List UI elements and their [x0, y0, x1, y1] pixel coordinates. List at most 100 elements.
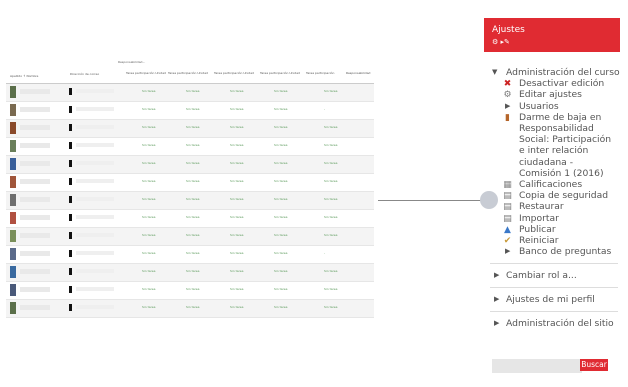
grade-cell[interactable]: Sin tarea [230, 107, 243, 111]
student-name-redacted[interactable] [20, 305, 50, 310]
grade-cell[interactable]: Sin tarea [142, 269, 155, 273]
user-avatar[interactable] [10, 104, 16, 116]
grade-cell[interactable]: Sin tarea [274, 161, 287, 165]
grade-cell[interactable]: Sin tarea [230, 197, 243, 201]
grade-cell[interactable]: Sin tarea [142, 233, 155, 237]
grade-cell[interactable]: Sin tarea [274, 215, 287, 219]
block-action-icons[interactable]: ⚙ ▸✎ [492, 38, 510, 46]
grade-cell[interactable]: Sin tarea [142, 107, 155, 111]
grade-cell[interactable]: Sin tarea [186, 197, 199, 201]
grade-cell[interactable]: Sin tarea [230, 89, 243, 93]
admin-item-6[interactable]: ▤ Restaurar [484, 201, 620, 212]
column-header-grade-3[interactable]: Tarea participación Unidad [214, 71, 254, 75]
search-button[interactable]: Buscar [580, 359, 608, 371]
student-name-redacted[interactable] [20, 215, 50, 220]
column-header-email[interactable]: Dirección de correo [70, 72, 99, 76]
grade-cell[interactable]: Sin tarea [230, 233, 243, 237]
student-name-redacted[interactable] [20, 251, 50, 256]
grade-cell[interactable]: Sin tarea [324, 197, 337, 201]
grade-cell[interactable]: Sin tarea [324, 233, 337, 237]
user-avatar[interactable] [10, 266, 16, 278]
grade-cell[interactable]: Sin tarea [324, 179, 337, 183]
grade-cell[interactable]: Sin tarea [230, 125, 243, 129]
admin-item-3[interactable]: ▮ Darme de baja en Responsabilidad Social… [484, 112, 620, 179]
student-name-redacted[interactable] [20, 197, 50, 202]
user-avatar[interactable] [10, 158, 16, 170]
grade-cell[interactable]: Sin tarea [324, 125, 337, 129]
grade-cell[interactable]: Sin tarea [324, 287, 337, 291]
grade-cell[interactable]: Sin tarea [324, 215, 337, 219]
admin-item-7[interactable]: ▤ Importar [484, 213, 620, 224]
grade-cell[interactable]: Sin tarea [274, 305, 287, 309]
grade-cell[interactable]: Sin tarea [230, 251, 243, 255]
grade-cell[interactable]: Sin tarea [142, 215, 155, 219]
grade-cell[interactable]: Sin tarea [142, 143, 155, 147]
user-avatar[interactable] [10, 302, 16, 314]
user-avatar[interactable] [10, 230, 16, 242]
tree-my-profile-settings[interactable]: ▶ Ajustes de mi perfil [484, 294, 620, 305]
column-header-grade-1[interactable]: Tarea participación Unidad [126, 71, 166, 75]
grade-cell[interactable]: Sin tarea [186, 107, 199, 111]
admin-item-8[interactable]: ▲ Publicar [484, 224, 620, 235]
grade-cell[interactable]: Sin tarea [324, 161, 337, 165]
grade-cell[interactable]: Sin tarea [142, 89, 155, 93]
grade-cell[interactable]: Sin tarea [186, 161, 199, 165]
admin-item-4[interactable]: ▦ Calificaciones [484, 179, 620, 190]
grade-cell[interactable]: Sin tarea [230, 143, 243, 147]
grade-cell[interactable]: Sin tarea [186, 179, 199, 183]
admin-item-1[interactable]: ⚙ Editar ajustes [484, 89, 620, 100]
grade-cell[interactable]: Sin tarea [186, 233, 199, 237]
settings-search-input[interactable] [492, 359, 582, 373]
student-name-redacted[interactable] [20, 89, 50, 94]
user-avatar[interactable] [10, 122, 16, 134]
grade-cell[interactable]: Sin tarea [274, 197, 287, 201]
grade-cell[interactable]: Sin tarea [186, 215, 199, 219]
grade-cell[interactable]: Sin tarea [274, 251, 287, 255]
grade-cell[interactable]: Sin tarea [274, 143, 287, 147]
grade-cell[interactable]: Sin tarea [274, 287, 287, 291]
student-name-redacted[interactable] [20, 125, 50, 130]
grade-cell[interactable]: - [324, 107, 325, 111]
admin-item-9[interactable]: ✔ Reiniciar [484, 235, 620, 246]
grade-cell[interactable]: Sin tarea [274, 233, 287, 237]
student-name-redacted[interactable] [20, 269, 50, 274]
user-avatar[interactable] [10, 140, 16, 152]
student-name-redacted[interactable] [20, 107, 50, 112]
tree-course-administration[interactable]: ▼ Administración del curso [484, 67, 620, 78]
column-header-grade-6[interactable]: Responsabilidad [346, 71, 370, 75]
column-header-grade-2[interactable]: Tarea participación Unidad [168, 71, 208, 75]
grade-cell[interactable]: Sin tarea [274, 107, 287, 111]
grade-cell[interactable]: Sin tarea [324, 89, 337, 93]
student-name-redacted[interactable] [20, 287, 50, 292]
admin-item-2[interactable]: ▶ Usuarios [484, 101, 620, 112]
grade-cell[interactable]: Sin tarea [230, 305, 243, 309]
admin-item-0[interactable]: ✖ Desactivar edición [484, 78, 620, 89]
admin-item-10[interactable]: ▶ Banco de preguntas [484, 246, 620, 257]
column-header-user[interactable]: Apellido ↑ Nombre [10, 74, 38, 78]
grade-cell[interactable]: Sin tarea [230, 287, 243, 291]
grade-cell[interactable]: Sin tarea [142, 161, 155, 165]
grade-cell[interactable]: Sin tarea [186, 143, 199, 147]
user-avatar[interactable] [10, 212, 16, 224]
student-name-redacted[interactable] [20, 233, 50, 238]
student-name-redacted[interactable] [20, 179, 50, 184]
column-header-grade-5[interactable]: Tarea participación [306, 71, 334, 75]
grade-cell[interactable]: Sin tarea [186, 125, 199, 129]
grade-cell[interactable]: Sin tarea [324, 269, 337, 273]
grade-cell[interactable]: Sin tarea [142, 305, 155, 309]
tree-site-administration[interactable]: ▶ Administración del sitio [484, 318, 620, 329]
user-avatar[interactable] [10, 86, 16, 98]
user-avatar[interactable] [10, 248, 16, 260]
grade-cell[interactable]: Sin tarea [230, 161, 243, 165]
user-avatar[interactable] [10, 194, 16, 206]
grade-cell[interactable]: Sin tarea [142, 251, 155, 255]
grade-cell[interactable]: Sin tarea [142, 179, 155, 183]
grade-cell[interactable]: Sin tarea [324, 305, 337, 309]
grade-cell[interactable]: Sin tarea [186, 305, 199, 309]
grade-cell[interactable]: Sin tarea [274, 89, 287, 93]
student-name-redacted[interactable] [20, 143, 50, 148]
grade-cell[interactable]: Sin tarea [186, 89, 199, 93]
student-name-redacted[interactable] [20, 161, 50, 166]
grade-cell[interactable]: Sin tarea [324, 143, 337, 147]
grade-cell[interactable]: Sin tarea [142, 125, 155, 129]
